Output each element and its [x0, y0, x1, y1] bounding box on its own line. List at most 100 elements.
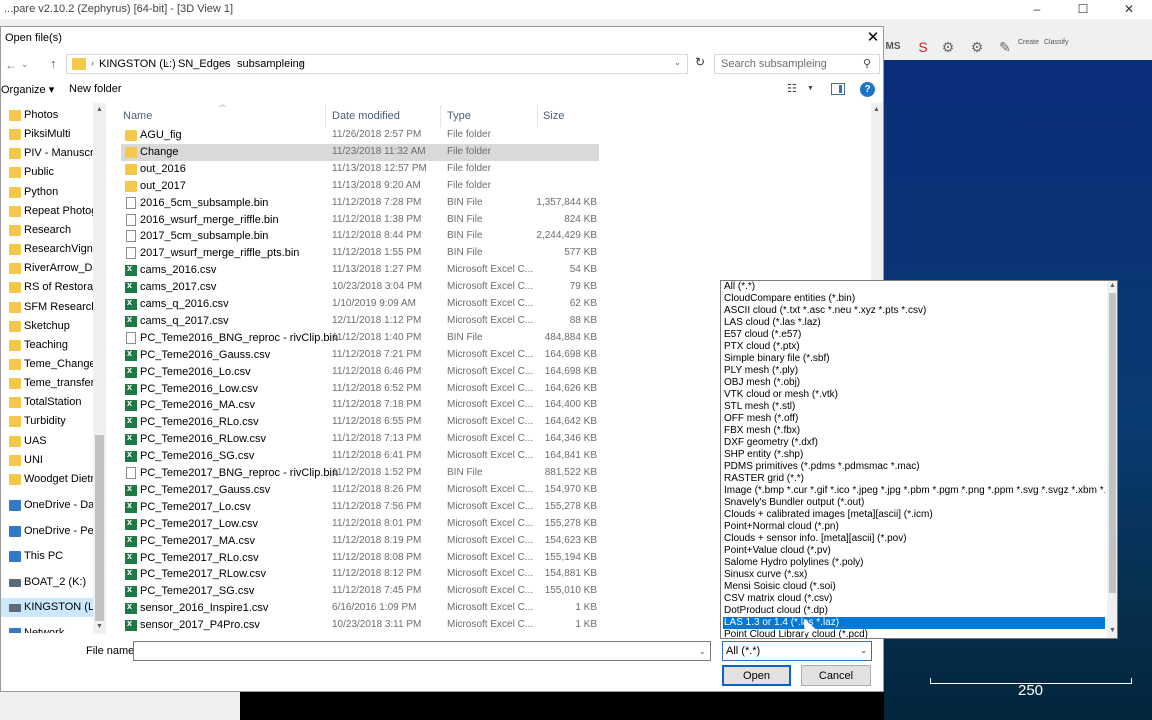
- column-divider[interactable]: [440, 105, 441, 127]
- nav-item-turbidity[interactable]: Turbidity: [1, 412, 93, 431]
- filetype-option[interactable]: Point+Value cloud (*.pv): [723, 545, 1105, 557]
- tool-icon-4[interactable]: ✎: [996, 38, 1014, 56]
- chevron-down-icon[interactable]: ⌄: [699, 647, 706, 656]
- filetype-option[interactable]: FBX mesh (*.fbx): [723, 425, 1105, 437]
- search-icon[interactable]: ⚲: [863, 57, 877, 71]
- file-row[interactable]: PC_Teme2017_MA.csv 11/12/2018 8:19 PM Micr…: [121, 533, 599, 550]
- nav-item-boat-2-k[interactable]: BOAT_2 (K:): [1, 573, 93, 592]
- filetype-option[interactable]: VTK cloud or mesh (*.vtk): [723, 389, 1105, 401]
- file-row[interactable]: 2016_wsurf_merge_riffle.bin 11/12/2018 1:…: [121, 212, 599, 229]
- nav-scroll-thumb[interactable]: [95, 435, 104, 621]
- scroll-up-icon[interactable]: ▲: [96, 106, 103, 113]
- chevron-down-icon[interactable]: ▼: [807, 85, 814, 92]
- nav-item-onedrive-persor[interactable]: OneDrive - Persor: [1, 522, 106, 541]
- filetype-option[interactable]: CSV matrix cloud (*.csv): [723, 593, 1105, 605]
- filetype-option[interactable]: Snavely's Bundler output (*.out): [723, 497, 1105, 509]
- breadcrumb-sn-edges[interactable]: SN_Edges: [178, 58, 231, 70]
- filetype-option[interactable]: DotProduct cloud (*.dp): [723, 605, 1105, 617]
- nav-item-piksimulti[interactable]: PiksiMulti: [1, 125, 93, 144]
- nav-item-piv-manuscript[interactable]: PIV - Manuscript: [1, 144, 105, 163]
- nav-item-teme-transfer[interactable]: Teme_transfer: [1, 374, 94, 393]
- organize-button[interactable]: Organize ▾: [1, 83, 54, 96]
- nav-item-rs-of-restoration[interactable]: RS of Restoration: [1, 278, 106, 297]
- filetype-option[interactable]: Image (*.bmp *.cur *.gif *.ico *.jpeg *.…: [723, 485, 1105, 497]
- scroll-down-icon[interactable]: ▼: [96, 623, 103, 630]
- nav-item-repeat-photography[interactable]: Repeat Photography: [1, 202, 106, 221]
- file-row[interactable]: AGU_fig 11/26/2018 2:57 PM File folder: [121, 127, 599, 144]
- chevron-down-icon[interactable]: ⌄: [21, 59, 29, 70]
- column-header-type[interactable]: Type: [447, 110, 471, 122]
- file-row[interactable]: PC_Teme2016_RLow.csv 11/12/2018 7:13 PM Mi…: [121, 431, 599, 448]
- file-row[interactable]: sensor_2017_P4Pro.csv 10/23/2018 3:11 PM M…: [121, 617, 599, 633]
- file-row[interactable]: PC_Teme2016_Lo.csv 11/12/2018 6:46 PM Micr…: [121, 364, 599, 381]
- nav-scrollbar[interactable]: ▲ ▼: [93, 103, 106, 634]
- minimize-icon[interactable]: –: [1014, 0, 1060, 19]
- filetype-option[interactable]: Simple binary file (*.sbf): [723, 353, 1105, 365]
- curve-tool-icon[interactable]: S: [914, 38, 932, 56]
- close-icon[interactable]: ✕: [863, 29, 883, 47]
- file-row[interactable]: PC_Teme2017_RLow.csv 11/12/2018 8:12 PM Mi…: [121, 566, 599, 583]
- nav-item-research[interactable]: Research: [1, 221, 93, 240]
- maximize-icon[interactable]: ☐: [1060, 0, 1106, 19]
- filetype-option[interactable]: Mensi Soisic cloud (*.soi): [723, 581, 1105, 593]
- filetype-option[interactable]: DXF geometry (*.dxf): [723, 437, 1105, 449]
- nav-item-sfm-research-id[interactable]: SFM Research id: [1, 298, 106, 317]
- file-row[interactable]: PC_Teme2016_MA.csv 11/12/2018 7:18 PM Micr…: [121, 397, 599, 414]
- file-row[interactable]: PC_Teme2017_Gauss.csv 11/12/2018 8:26 PM M…: [121, 482, 599, 499]
- view-options-icon[interactable]: ☷: [787, 82, 797, 95]
- nav-item-python[interactable]: Python: [1, 183, 93, 202]
- column-header-size[interactable]: Size: [543, 110, 564, 122]
- filetype-option[interactable]: Point+Normal cloud (*.pn): [723, 521, 1105, 533]
- filetype-option[interactable]: PDMS primitives (*.pdms *.pdmsmac *.mac): [723, 461, 1105, 473]
- scroll-up-icon[interactable]: ▲: [873, 106, 880, 113]
- up-arrow-icon[interactable]: ↑: [50, 56, 57, 71]
- chevron-right-icon[interactable]: ›: [224, 58, 227, 68]
- nav-item-riverarrow-dept[interactable]: RiverArrow_Dept: [1, 259, 106, 278]
- filetype-option[interactable]: ASCII cloud (*.txt *.asc *.neu *.xyz *.p…: [723, 305, 1105, 317]
- chevron-right-icon[interactable]: ›: [165, 58, 168, 68]
- nav-item-uas[interactable]: UAS: [1, 432, 93, 451]
- scroll-down-icon[interactable]: ▼: [1109, 627, 1116, 634]
- nav-item-researchvignette[interactable]: ResearchVignette: [1, 240, 106, 259]
- file-row[interactable]: PC_Teme2016_Low.csv 11/12/2018 6:52 PM Mic…: [121, 381, 599, 398]
- filetype-option[interactable]: STL mesh (*.stl): [723, 401, 1105, 413]
- file-row[interactable]: PC_Teme2017_SG.csv 11/12/2018 7:45 PM Micr…: [121, 583, 599, 600]
- chevron-right-icon[interactable]: ›: [300, 58, 303, 68]
- file-row[interactable]: 2017_wsurf_merge_riffle_pts.bin 11/12/201…: [121, 245, 599, 262]
- breadcrumb-subsampleing[interactable]: subsampleing: [237, 58, 305, 70]
- back-arrow-icon[interactable]: ←: [5, 58, 17, 72]
- file-row[interactable]: cams_q_2016.csv 1/10/2019 9:09 AM Microsof…: [121, 296, 599, 313]
- new-folder-button[interactable]: New folder: [69, 83, 122, 95]
- filetype-option[interactable]: SHP entity (*.shp): [723, 449, 1105, 461]
- nav-item-totalstation[interactable]: TotalStation: [1, 393, 93, 412]
- file-row[interactable]: sensor_2016_Inspire1.csv 6/16/2016 1:09 P…: [121, 600, 599, 617]
- column-divider[interactable]: [325, 105, 326, 127]
- file-row[interactable]: cams_2016.csv 11/13/2018 1:27 PM Microsoft…: [121, 262, 599, 279]
- nav-item-woodget-dietric[interactable]: Woodget Dietric: [1, 470, 102, 489]
- refresh-icon[interactable]: ↻: [691, 55, 709, 73]
- filetype-option[interactable]: Clouds + sensor info. [meta][ascii] (*.p…: [723, 533, 1105, 545]
- filetype-option[interactable]: LAS 1.3 or 1.4 (*.las *.laz): [723, 617, 1105, 629]
- filetype-option[interactable]: PTX cloud (*.ptx): [723, 341, 1105, 353]
- file-row[interactable]: out_2017 11/13/2018 9:20 AM File folder: [121, 178, 599, 195]
- dropdown-scroll-thumb[interactable]: [1109, 293, 1116, 593]
- file-row[interactable]: PC_Teme2016_BNG_reproc - rivClip.bin 11/1…: [121, 330, 599, 347]
- nav-item-teaching[interactable]: Teaching: [1, 336, 93, 355]
- file-row[interactable]: PC_Teme2017_RLo.csv 11/12/2018 8:08 PM Mic…: [121, 550, 599, 567]
- tool-icon-3[interactable]: ⚙: [968, 38, 986, 56]
- chevron-right-icon[interactable]: ›: [91, 58, 94, 68]
- nav-item-kingston-l[interactable]: KINGSTON (L:): [1, 598, 101, 617]
- filetype-option[interactable]: All (*.*): [723, 281, 1105, 293]
- file-row[interactable]: 2016_5cm_subsample.bin 11/12/2018 7:28 PM…: [121, 195, 599, 212]
- filetype-option[interactable]: OFF mesh (*.off): [723, 413, 1105, 425]
- canupo-classify-label[interactable]: Classify: [1044, 39, 1069, 47]
- preview-pane-icon[interactable]: [831, 83, 845, 95]
- filetype-option[interactable]: OBJ mesh (*.obj): [723, 377, 1105, 389]
- canupo-create-label[interactable]: Create: [1018, 39, 1039, 47]
- help-icon[interactable]: ?: [860, 82, 875, 97]
- filename-input[interactable]: [133, 641, 711, 661]
- nav-item-onedrive-dartm[interactable]: OneDrive - Dartm: [1, 496, 106, 515]
- chevron-down-icon[interactable]: ⌄: [860, 646, 867, 655]
- scroll-up-icon[interactable]: ▲: [1109, 282, 1116, 289]
- file-row[interactable]: out_2016 11/13/2018 12:57 PM File folder: [121, 161, 599, 178]
